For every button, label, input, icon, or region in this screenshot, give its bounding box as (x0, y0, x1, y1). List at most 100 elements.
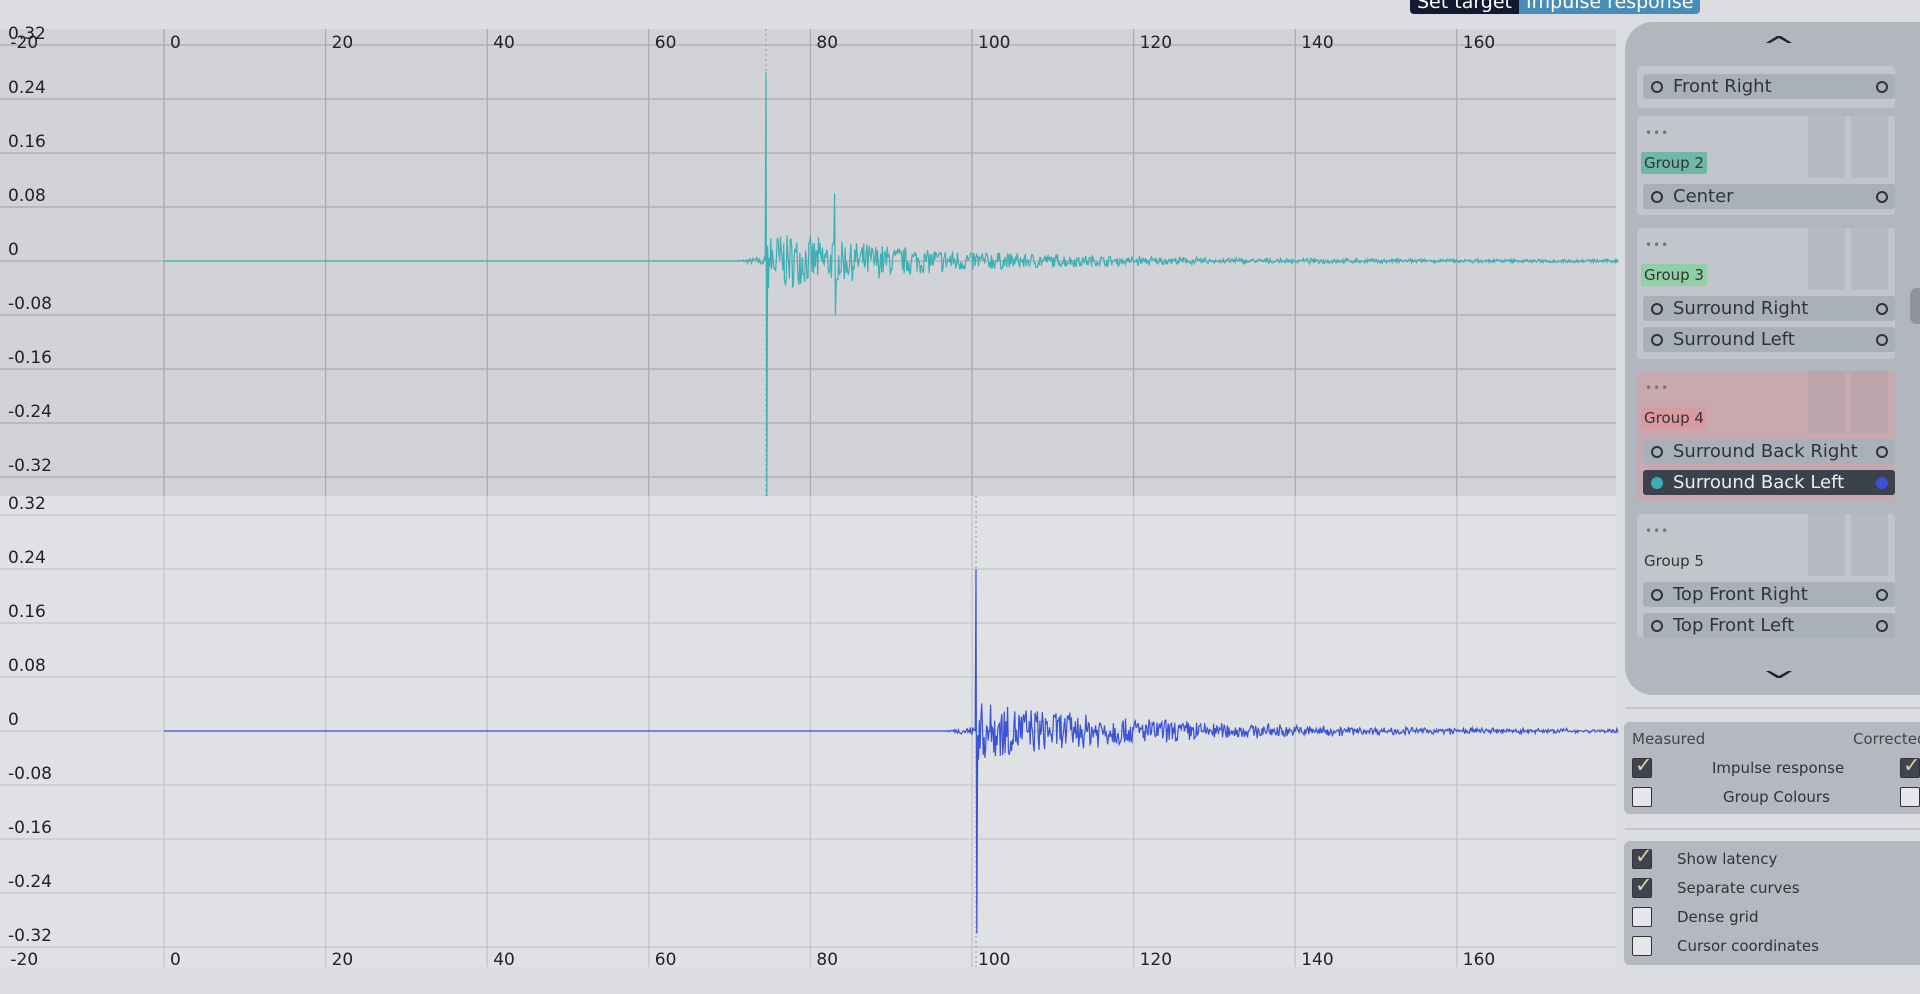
x-tick-label: 160 (1463, 950, 1495, 970)
y-tick-label: -0.08 (8, 294, 52, 314)
channel-dot-icon (1651, 191, 1663, 203)
y-tick-label: 0.16 (8, 602, 46, 622)
top-tabs: Set target Impulse response (1410, 0, 1701, 14)
more-icon[interactable]: ••• (1645, 126, 1669, 140)
channel-top-front-right[interactable]: Top Front Right (1643, 582, 1895, 607)
x-tick-label: 40 (493, 950, 515, 970)
channel-dot-icon (1651, 334, 1663, 346)
y-tick-label: 0 (8, 710, 19, 730)
x-tick-label: 0 (170, 950, 181, 970)
x-tick-label: 60 (655, 950, 677, 970)
channel-dot-icon (1651, 477, 1663, 489)
dense-grid-checkbox[interactable] (1632, 907, 1652, 927)
channel-label: Surround Left (1673, 329, 1795, 350)
channel-surround-back-left[interactable]: Surround Back Left (1643, 470, 1895, 495)
group-card-3: ••• Group 3 Surround Right Surround Left (1637, 228, 1895, 359)
measured-heading: Measured (1632, 730, 1706, 748)
channel-dot-icon (1876, 191, 1888, 203)
group-card-1: Front Right (1637, 66, 1895, 108)
channel-dot-icon (1876, 303, 1888, 315)
measured-group-colours-checkbox[interactable] (1632, 787, 1652, 807)
cursor-coordinates-label: Cursor coordinates (1677, 937, 1819, 955)
channel-dot-icon (1651, 303, 1663, 315)
channel-dot-icon (1876, 81, 1888, 93)
channel-center[interactable]: Center (1643, 184, 1895, 209)
y-tick-label: -0.16 (8, 348, 52, 368)
show-latency-label: Show latency (1677, 850, 1778, 868)
y-tick-label: 0.08 (8, 656, 46, 676)
y-tick-label: -0.32 (8, 926, 52, 946)
y-tick-label: 0.24 (8, 78, 46, 98)
more-icon[interactable]: ••• (1645, 524, 1669, 538)
cursor-coordinates-checkbox[interactable] (1632, 936, 1652, 956)
show-latency-checkbox[interactable] (1632, 844, 1653, 869)
view-options: Show latency Separate curves Dense grid … (1624, 841, 1920, 965)
channel-dot-icon (1876, 446, 1888, 458)
y-tick-label: 0 (8, 240, 19, 260)
channel-label: Surround Back Left (1673, 472, 1845, 493)
y-tick-label: -0.24 (8, 402, 52, 422)
group-colours-label: Group Colours (1723, 788, 1830, 806)
x-tick-label: 80 (816, 33, 838, 53)
channel-label: Center (1673, 186, 1734, 207)
channel-label: Surround Back Right (1673, 441, 1858, 462)
x-tick-label: 100 (978, 33, 1010, 53)
x-tick-label: 40 (493, 33, 515, 53)
channel-label: Top Front Left (1673, 615, 1795, 636)
channel-dot-icon (1651, 446, 1663, 458)
x-tick-label: 140 (1301, 33, 1333, 53)
scroll-down-chevron-icon[interactable]: ^ (1761, 652, 1796, 682)
tab-impulse-response[interactable]: Impulse response (1519, 0, 1701, 14)
channel-dot-icon (1876, 620, 1888, 632)
display-options: Measured Corrected Impulse response Grou… (1624, 722, 1920, 814)
group-card-5: ••• Group 5 Top Front Right Top Front Le… (1637, 514, 1895, 638)
dense-grid-label: Dense grid (1677, 908, 1759, 926)
corrected-group-colours-checkbox[interactable] (1900, 787, 1920, 807)
channel-dot-icon (1651, 620, 1663, 632)
x-tick-label: 60 (655, 33, 677, 53)
scrollbar-thumb[interactable] (1910, 288, 1920, 324)
more-icon[interactable]: ••• (1645, 381, 1669, 395)
y-tick-label: -0.08 (8, 764, 52, 784)
channel-front-right[interactable]: Front Right (1643, 74, 1895, 99)
channel-dot-icon (1651, 81, 1663, 93)
measured-impulse-checkbox[interactable] (1632, 753, 1653, 778)
group-label[interactable]: Group 2 (1641, 152, 1707, 174)
y-tick-label: 0.08 (8, 186, 46, 206)
y-tick-label: -0.32 (8, 456, 52, 476)
divider (1625, 828, 1920, 830)
x-tick-label: -20 (10, 950, 38, 970)
channel-top-front-left[interactable]: Top Front Left (1643, 613, 1895, 638)
y-tick-label: -0.24 (8, 872, 52, 892)
more-icon[interactable]: ••• (1645, 238, 1669, 252)
x-tick-label: 120 (1140, 950, 1172, 970)
y-tick-label: 0.24 (8, 548, 46, 568)
impulse-response-plots[interactable]: 0.32 0.24 0.16 0.08 0 -0.08 -0.16 -0.24 -0.32 -20… (0, 0, 1620, 994)
channel-dot-icon (1876, 589, 1888, 601)
corrected-heading: Corrected (1853, 730, 1920, 748)
corrected-impulse-checkbox[interactable] (1900, 753, 1920, 778)
x-tick-label: -20 (10, 33, 38, 53)
channel-surround-back-right[interactable]: Surround Back Right (1643, 439, 1895, 464)
x-tick-label: 160 (1463, 33, 1495, 53)
separate-curves-label: Separate curves (1677, 879, 1800, 897)
scroll-up-chevron-icon[interactable]: ^ (1761, 32, 1796, 62)
channel-surround-right[interactable]: Surround Right (1643, 296, 1895, 321)
tab-set-target[interactable]: Set target (1410, 0, 1520, 14)
x-tick-label: 100 (978, 950, 1010, 970)
channel-label: Top Front Right (1673, 584, 1808, 605)
channel-surround-left[interactable]: Surround Left (1643, 327, 1895, 352)
x-tick-label: 120 (1140, 33, 1172, 53)
x-tick-label: 80 (816, 950, 838, 970)
channel-list-panel: ^ Front Right ••• Group 2 Center ••• Gro… (1625, 22, 1920, 695)
x-tick-label: 140 (1301, 950, 1333, 970)
group-label[interactable]: Group 5 (1641, 550, 1707, 572)
channel-dot-icon (1876, 334, 1888, 346)
separate-curves-checkbox[interactable] (1632, 873, 1653, 898)
channel-label: Front Right (1673, 76, 1772, 97)
group-label[interactable]: Group 4 (1641, 407, 1707, 429)
y-tick-label: 0.16 (8, 132, 46, 152)
x-tick-label: 0 (170, 33, 181, 53)
y-tick-label: -0.16 (8, 818, 52, 838)
group-label[interactable]: Group 3 (1641, 264, 1707, 286)
